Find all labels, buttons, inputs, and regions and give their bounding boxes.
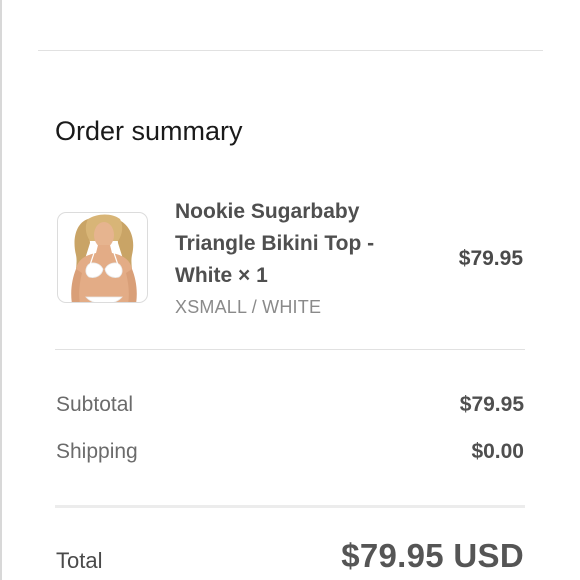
- top-divider: [38, 50, 543, 51]
- window-edge: [0, 0, 2, 580]
- shipping-label: Shipping: [56, 440, 138, 463]
- product-photo-icon: [71, 214, 137, 302]
- subtotal-label: Subtotal: [56, 393, 134, 416]
- subtotal-value: $79.95: [459, 393, 524, 416]
- total-label: Total: [56, 548, 103, 573]
- item-divider: [55, 349, 525, 350]
- total-value: $79.95 USD: [341, 537, 524, 574]
- order-summary-title: Order summary: [55, 116, 243, 146]
- total-divider: [55, 505, 525, 508]
- item-price: $79.95: [458, 247, 523, 270]
- item-name: Nookie Sugarbaby Triangle Bikini Top - W…: [175, 200, 375, 287]
- item-variant: XSMALL / WHITE: [175, 297, 322, 317]
- product-thumbnail: [57, 212, 148, 303]
- shipping-value: $0.00: [471, 440, 524, 463]
